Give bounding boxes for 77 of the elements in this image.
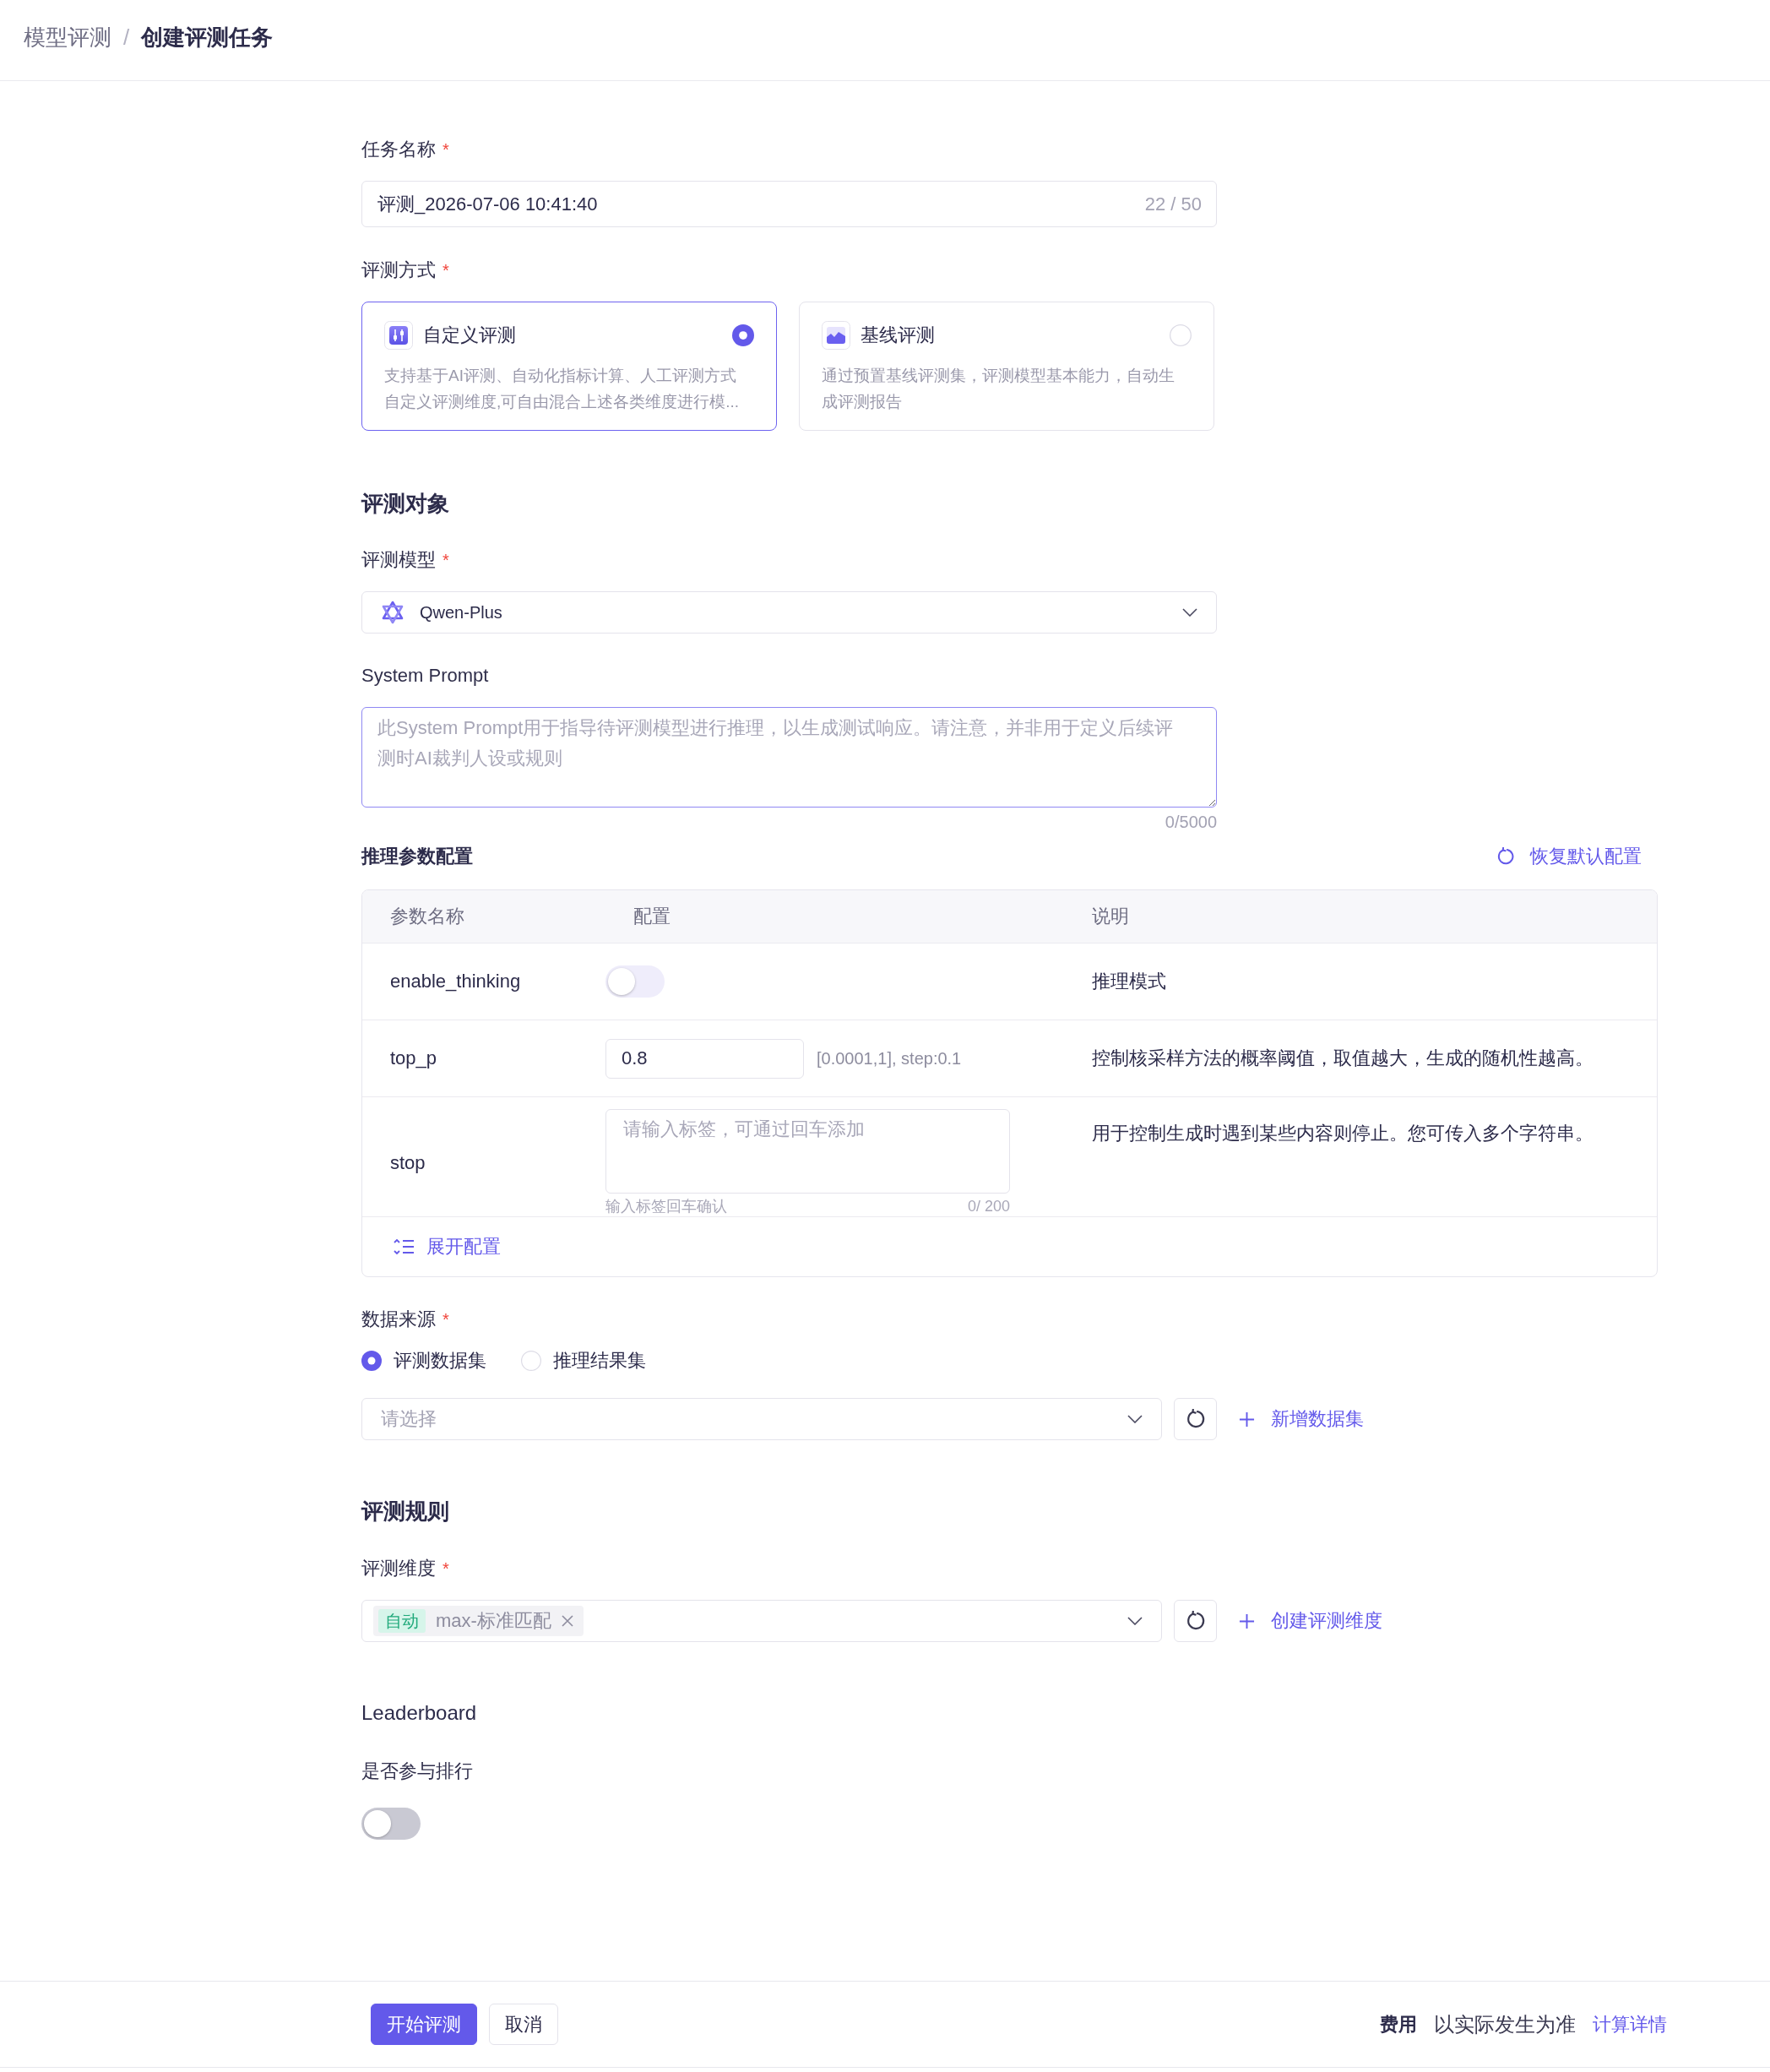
hexagram-logo-icon (381, 601, 404, 624)
number-input[interactable]: 0.8 (605, 1038, 804, 1079)
expand-link[interactable]: 展开配置 (393, 1234, 501, 1259)
refresh-button[interactable] (1174, 1600, 1217, 1642)
plus-icon (1239, 1612, 1255, 1629)
method-card[interactable]: 自定义评测 支持基于AI评测、自动化指标计算、人工评测方式自定义评测维度,可自由混合上述各类维度进行模... (361, 302, 777, 431)
char-counter: 22 / 50 (1144, 193, 1202, 215)
prompt-textarea[interactable]: 此System Prompt用于指导待评测模型进行推理，以生成测试响应。请注意，并非用于定义后续评测时AI裁判人设或规则 (361, 707, 1217, 808)
param-description: 控制核采样方法的概率阈值，取值越大，生成的随机性越高。 (1091, 1047, 1594, 1070)
breadcrumb-link[interactable]: 模型评测 (24, 23, 111, 52)
area-chart-tile-icon (822, 321, 850, 350)
radio-option[interactable]: 评测数据集 (361, 1348, 486, 1373)
refresh-button[interactable] (1174, 1398, 1217, 1440)
add-dataset-link[interactable]: 新增数据集 (1239, 1406, 1364, 1432)
column-header: 说明 (1091, 905, 1130, 928)
model-select[interactable]: Qwen-Plus (361, 591, 1217, 634)
card-title: 自定义评测 (423, 324, 516, 347)
close-icon[interactable] (561, 1615, 573, 1627)
refresh-icon (1496, 847, 1515, 866)
cost-value: 以实际发生为准 (1434, 2011, 1576, 2037)
page-title: 创建评测任务 (141, 24, 274, 52)
create-dimension-link[interactable]: 创建评测维度 (1239, 1608, 1382, 1634)
tag-input-field[interactable]: 请输入标签，可通过回车添加 (605, 1109, 1010, 1194)
refresh-icon (1185, 1611, 1206, 1631)
section-title: 评测对象 (361, 490, 449, 518)
radio-icon[interactable] (1170, 324, 1192, 346)
param-name: enable_thinking (389, 971, 522, 992)
required-mark: * (442, 139, 449, 160)
method-card[interactable]: 基线评测 通过预置基线评测集，评测模型基本能力，自动生成评测报告 (799, 302, 1214, 431)
refresh-icon (1185, 1409, 1206, 1429)
toggle-switch[interactable] (361, 1808, 421, 1840)
radio-icon[interactable] (361, 1351, 382, 1371)
required-mark: * (442, 260, 449, 281)
auto-badge: 自动 (378, 1609, 426, 1633)
field-label: 是否参与排行 (361, 1759, 473, 1783)
param-name: top_p (389, 1047, 438, 1069)
start-button[interactable]: 开始评测 (371, 2004, 477, 2045)
input-hint: 输入标签回车确认 (605, 1197, 727, 1215)
plus-icon (1239, 1411, 1255, 1428)
field-label: 数据来源 (361, 1308, 436, 1331)
section-title: 评测规则 (361, 1498, 449, 1525)
field-label: 评测维度 (361, 1557, 436, 1580)
char-counter: 0/ 200 (967, 1197, 1010, 1215)
param-description: 推理模式 (1091, 970, 1167, 993)
chevron-down-icon (1127, 1617, 1143, 1625)
column-header: 参数名称 (389, 905, 465, 928)
field-label: System Prompt (361, 664, 489, 688)
field-label: 评测模型 (361, 548, 436, 572)
field-label: 任务名称 (361, 138, 436, 161)
param-name: stop (389, 1151, 426, 1174)
radio-icon[interactable] (732, 324, 754, 346)
param-description: 用于控制生成时遇到某些内容则停止。您可传入多个字符串。 (1091, 1122, 1594, 1145)
cost-label: 费用 (1380, 2012, 1417, 2037)
dimension-select[interactable]: 自动 max-标准匹配 (361, 1600, 1162, 1642)
card-description: 支持基于AI评测、自动化指标计算、人工评测方式自定义评测维度,可自由混合上述各类维度进行模... (384, 366, 741, 412)
required-mark: * (442, 1558, 449, 1580)
field-label: 评测方式 (361, 258, 436, 282)
radio-option[interactable]: 推理结果集 (521, 1348, 646, 1373)
field-label: 推理参数配置 (361, 845, 473, 868)
reset-link[interactable]: 恢复默认配置 (1496, 844, 1642, 869)
section-title: Leaderboard (361, 1700, 477, 1726)
radio-icon[interactable] (521, 1351, 541, 1371)
range-hint: [0.0001,1], step:0.1 (817, 1048, 962, 1069)
card-title: 基线评测 (861, 324, 935, 347)
detail-link[interactable]: 计算详情 (1593, 2011, 1667, 2037)
column-header: 配置 (633, 905, 671, 928)
cancel-button[interactable]: 取消 (489, 2004, 558, 2045)
required-mark: * (442, 1309, 449, 1330)
required-mark: * (442, 550, 449, 571)
tag-label: max-标准匹配 (436, 1609, 551, 1633)
char-counter: 0/5000 (1165, 812, 1217, 832)
breadcrumb-separator: / (123, 24, 130, 51)
chevron-down-icon (1182, 608, 1197, 617)
card-description: 通过预置基线评测集，评测模型基本能力，自动生成评测报告 (822, 366, 1175, 412)
chevron-down-icon (1127, 1415, 1143, 1423)
expand-list-icon (393, 1237, 415, 1256)
sliders-tile-icon (384, 321, 413, 350)
